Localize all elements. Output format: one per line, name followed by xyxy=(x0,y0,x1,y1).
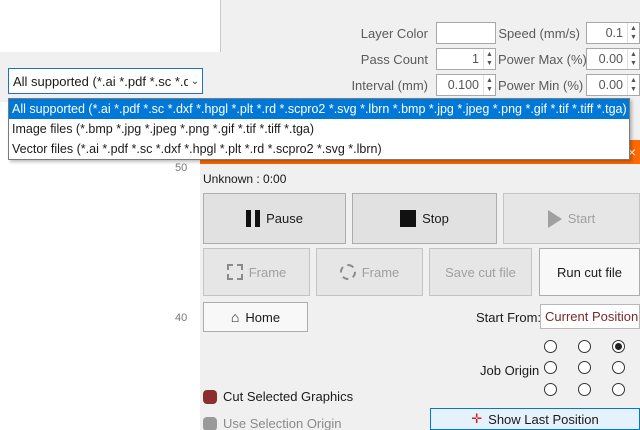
interval-spinbox[interactable]: 0.100 ▲ ▼ xyxy=(436,74,496,96)
start-from-label: Start From: xyxy=(476,310,542,325)
filetype-option-image-files[interactable]: Image files (*.bmp *.jpg *.jpeg *.png *.… xyxy=(9,119,629,139)
origin-top-left-radio[interactable] xyxy=(544,340,557,353)
power-max-spinbox[interactable]: 0.00 ▲ ▼ xyxy=(586,48,640,70)
cut-selected-checkbox[interactable] xyxy=(203,389,217,404)
frame-circle-icon xyxy=(339,264,356,280)
filetype-select[interactable]: All supported (*.ai *.pdf *.sc *.d ⌄ xyxy=(8,68,203,94)
filetype-option-vector-files[interactable]: Vector files (*.ai *.pdf *.sc *.dxf *.hp… xyxy=(9,139,629,159)
spin-arrows-icon[interactable]: ▲ ▼ xyxy=(483,49,495,69)
save-cut-file-button[interactable]: Save cut file xyxy=(429,248,532,296)
frame-round-button[interactable]: Frame xyxy=(316,248,423,296)
power-max-label: Power Max (%) xyxy=(498,52,587,67)
job-status: Unknown : 0:00 xyxy=(203,172,287,186)
show-last-position-button[interactable]: ✛ Show Last Position xyxy=(430,408,640,430)
start-from-select[interactable]: Current Position xyxy=(540,304,640,329)
power-max-value: 0.00 xyxy=(598,52,623,66)
play-icon xyxy=(547,209,562,228)
spin-arrows-icon[interactable]: ▲ ▼ xyxy=(627,49,639,69)
origin-bottom-left-radio[interactable] xyxy=(544,383,557,396)
origin-middle-left-radio[interactable] xyxy=(544,361,557,374)
filetype-dropdown-list: All supported (*.ai *.pdf *.sc *.dxf *.h… xyxy=(8,98,630,160)
pause-button[interactable]: Pause xyxy=(203,193,346,244)
home-icon: ⌂ xyxy=(230,309,240,325)
filetype-select-value: All supported (*.ai *.pdf *.sc *.d xyxy=(13,73,188,89)
use-selection-origin-row[interactable]: Use Selection Origin xyxy=(203,416,342,430)
pass-count-spinbox[interactable]: 1 ▲ ▼ xyxy=(436,48,496,70)
frame-square-icon xyxy=(226,264,243,280)
ruler-tick-50: 50 xyxy=(175,162,188,174)
interval-value: 0.100 xyxy=(447,78,479,92)
spin-arrows-icon[interactable]: ▲ ▼ xyxy=(627,23,639,43)
ruler-tick-40: 40 xyxy=(175,312,188,324)
start-button[interactable]: Start xyxy=(503,193,640,244)
speed-label: Speed (mm/s) xyxy=(498,26,580,41)
crosshair-icon: ✛ xyxy=(471,411,483,426)
layer-color-label: Layer Color xyxy=(360,26,428,41)
start-from-value: Current Position xyxy=(545,309,639,324)
filetype-option-all-supported[interactable]: All supported (*.ai *.pdf *.sc *.dxf *.h… xyxy=(9,99,629,119)
origin-bottom-right-radio[interactable] xyxy=(612,383,625,396)
stop-button[interactable]: Stop xyxy=(352,193,497,244)
home-button[interactable]: ⌂ Home xyxy=(203,302,308,332)
pass-count-value: 1 xyxy=(472,52,479,66)
origin-top-right-radio[interactable] xyxy=(612,340,625,353)
pause-icon xyxy=(246,210,261,227)
origin-center-radio[interactable] xyxy=(578,361,591,374)
frame-button[interactable]: Frame xyxy=(203,248,310,296)
use-selection-origin-label: Use Selection Origin xyxy=(223,416,342,430)
cut-selected-label: Cut Selected Graphics xyxy=(223,389,354,404)
interval-label: Interval (mm) xyxy=(351,78,428,93)
origin-top-center-radio[interactable] xyxy=(578,340,591,353)
power-min-label: Power Min (%) xyxy=(498,78,584,93)
speed-value: 0.1 xyxy=(605,26,623,40)
power-min-spinbox[interactable]: 0.00 ▲ ▼ xyxy=(586,74,640,96)
origin-bottom-center-radio[interactable] xyxy=(578,383,591,396)
job-origin-label: Job Origin xyxy=(480,363,540,378)
use-selection-origin-checkbox[interactable] xyxy=(203,416,217,430)
chevron-down-icon: ⌄ xyxy=(190,75,200,87)
spin-arrows-icon[interactable]: ▲ ▼ xyxy=(627,75,639,95)
power-min-value: 0.00 xyxy=(598,78,623,92)
stop-icon xyxy=(400,210,417,227)
layer-color-swatch[interactable] xyxy=(436,22,496,44)
origin-middle-right-radio[interactable] xyxy=(612,361,625,374)
speed-spinbox[interactable]: 0.1 ▲ ▼ xyxy=(586,22,640,44)
pass-count-label: Pass Count xyxy=(360,52,428,67)
job-origin-grid xyxy=(544,340,640,402)
cut-selected-checkbox-row[interactable]: Cut Selected Graphics xyxy=(203,389,353,404)
spin-arrows-icon[interactable]: ▲ ▼ xyxy=(483,75,495,95)
run-cut-file-button[interactable]: Run cut file xyxy=(539,248,640,296)
